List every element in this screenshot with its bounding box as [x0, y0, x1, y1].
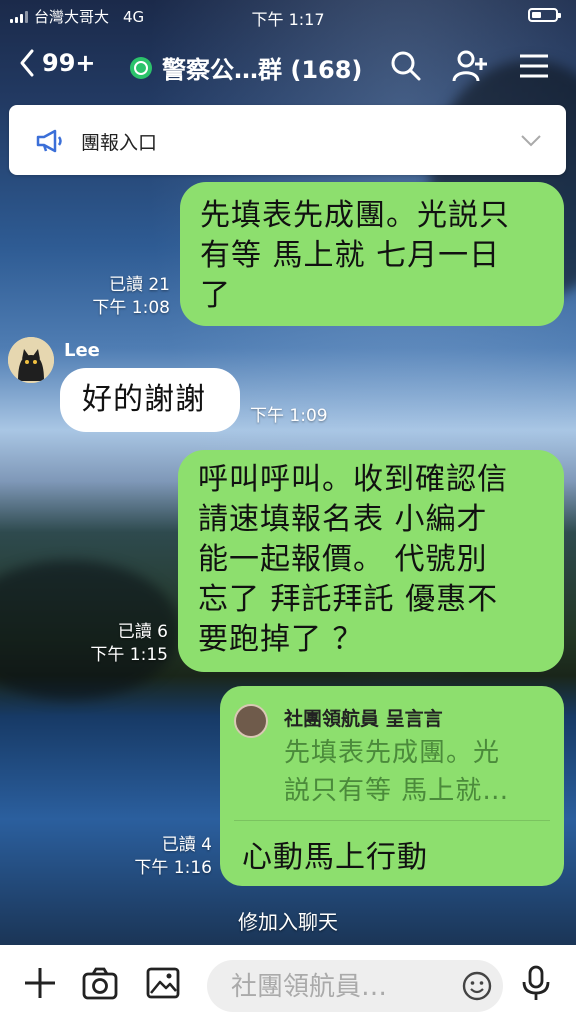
message-input[interactable] — [229, 968, 453, 1006]
message-meta: 已讀 4 下午 1:16 — [100, 834, 212, 880]
plus-icon[interactable] — [20, 963, 60, 1003]
camera-icon[interactable] — [80, 963, 120, 1003]
status-bar: 台灣大哥大 4G 下午 1:17 — [0, 0, 576, 34]
message-bubble-incoming[interactable]: 好的謝謝 — [60, 368, 240, 432]
message-text: 好的謝謝 — [82, 382, 206, 417]
message-time: 下午 1:15 — [90, 645, 168, 665]
chevron-down-icon[interactable] — [520, 134, 542, 148]
quoted-message[interactable]: 社團領航員 呈言言 先填表先成團。光 説只有等 馬上就… — [234, 702, 550, 821]
unread-count: 99+ — [42, 49, 96, 77]
menu-icon[interactable] — [516, 48, 552, 84]
chevron-left-icon — [20, 49, 34, 77]
emoji-icon[interactable] — [461, 970, 493, 1002]
message-meta: 已讀 21 下午 1:08 — [60, 274, 170, 320]
announcement-label: 團報入口 — [81, 132, 158, 154]
quoted-avatar — [234, 704, 268, 738]
message-bubble-outgoing[interactable]: 呼叫呼叫。收到確認信 請速填報名表 小編才 能一起報價。 代號別 忘了 拜託拜託… — [178, 450, 564, 672]
message-input-container[interactable] — [207, 960, 503, 1012]
reply-message-bubble[interactable]: 社團領航員 呈言言 先填表先成團。光 説只有等 馬上就… 心動馬上行動 — [220, 686, 564, 886]
search-icon[interactable] — [388, 48, 424, 84]
image-icon[interactable] — [143, 963, 183, 1003]
read-receipt: 已讀 6 — [117, 622, 168, 642]
chat-screen: 台灣大哥大 4G 下午 1:17 99+ 警察公…群 (168) 團報入口 已讀… — [0, 0, 576, 1024]
quoted-text: 先填表先成團。光 説只有等 馬上就… — [284, 738, 510, 806]
chat-title-text: 警察公…群 (168) — [162, 56, 363, 84]
message-text: 先填表先成團。光説只 有等 馬上就 七月一日 了 — [200, 198, 510, 313]
open-chat-icon — [130, 56, 152, 79]
message-time: 下午 1:09 — [250, 406, 328, 426]
message-time: 下午 1:08 — [92, 298, 170, 318]
sender-name: Lee — [64, 340, 100, 361]
input-bar — [0, 945, 576, 1024]
cat-avatar-icon — [8, 337, 54, 383]
read-receipt: 已讀 4 — [161, 835, 212, 855]
message-meta: 已讀 6 下午 1:15 — [58, 621, 168, 667]
clock: 下午 1:17 — [251, 10, 325, 29]
message-bubble-outgoing[interactable]: 先填表先成團。光説只 有等 馬上就 七月一日 了 — [180, 182, 564, 326]
chat-title[interactable]: 警察公…群 (168) — [130, 50, 362, 85]
megaphone-icon — [36, 129, 62, 153]
battery-icon — [528, 8, 561, 22]
quoted-sender-name: 社團領航員 呈言言 — [284, 708, 443, 730]
message-text: 呼叫呼叫。收到確認信 請速填報名表 小編才 能一起報價。 代號別 忘了 拜託拜託… — [198, 462, 508, 657]
avatar[interactable] — [8, 337, 54, 383]
add-friend-icon[interactable] — [452, 48, 488, 84]
message-time: 下午 1:16 — [134, 858, 212, 878]
system-message: 修加入聊天 — [238, 910, 338, 934]
announcement-bar[interactable]: 團報入口 — [9, 105, 566, 175]
chat-header: 99+ 警察公…群 (168) — [0, 40, 576, 92]
read-receipt: 已讀 21 — [108, 275, 170, 295]
message-text: 心動馬上行動 — [242, 840, 428, 875]
back-button[interactable]: 99+ — [18, 48, 96, 78]
microphone-icon[interactable] — [516, 963, 556, 1003]
